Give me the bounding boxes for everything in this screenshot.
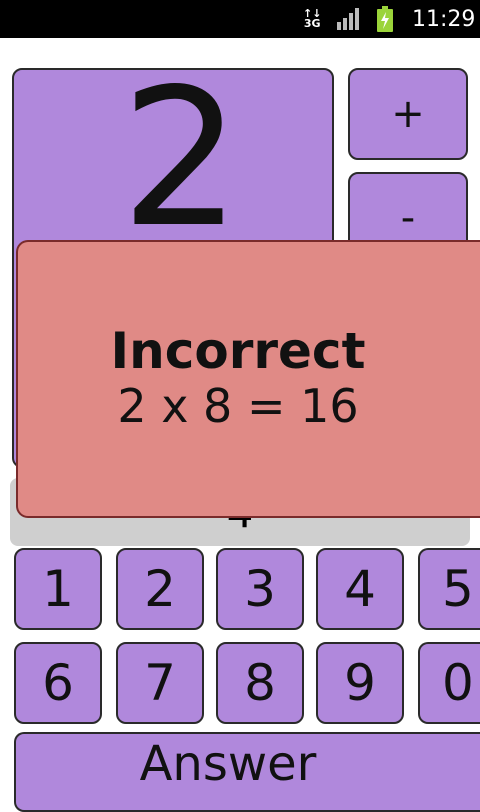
key-7[interactable]: 7 <box>116 642 204 724</box>
key-label: 6 <box>42 654 74 712</box>
key-label: 2 <box>144 560 176 618</box>
key-5[interactable]: 5 <box>418 548 480 630</box>
battery-charging-icon <box>377 0 393 38</box>
key-0[interactable]: 0 <box>418 642 480 724</box>
key-label: 8 <box>244 654 276 712</box>
key-9[interactable]: 9 <box>316 642 404 724</box>
key-label: 4 <box>344 560 376 618</box>
multiplier-value: 2 <box>120 48 242 269</box>
answer-button[interactable]: Answer <box>14 732 480 812</box>
key-1[interactable]: 1 <box>14 548 102 630</box>
key-label: 1 <box>42 560 74 618</box>
key-3[interactable]: 3 <box>216 548 304 630</box>
toast-title: Incorrect <box>110 321 366 380</box>
toast-equation: 2 x 8 = 16 <box>117 378 359 433</box>
plus-label: + <box>391 91 425 137</box>
key-label: 9 <box>344 654 376 712</box>
increment-button[interactable]: + <box>348 68 468 160</box>
key-label: 5 <box>442 560 474 618</box>
network-indicator: ↑↓ 3G <box>303 0 321 38</box>
signal-bars-icon <box>337 0 361 38</box>
key-4[interactable]: 4 <box>316 548 404 630</box>
result-toast: Incorrect 2 x 8 = 16 <box>16 240 480 518</box>
minus-label: - <box>400 195 416 241</box>
status-bar: ↑↓ 3G 11:29 <box>0 0 480 38</box>
network-type: 3G <box>303 17 321 30</box>
key-2[interactable]: 2 <box>116 548 204 630</box>
answer-button-label: Answer <box>139 736 317 792</box>
status-time: 11:29 <box>412 6 476 32</box>
key-label: 0 <box>442 654 474 712</box>
key-8[interactable]: 8 <box>216 642 304 724</box>
key-label: 3 <box>244 560 276 618</box>
key-label: 7 <box>144 654 176 712</box>
key-6[interactable]: 6 <box>14 642 102 724</box>
